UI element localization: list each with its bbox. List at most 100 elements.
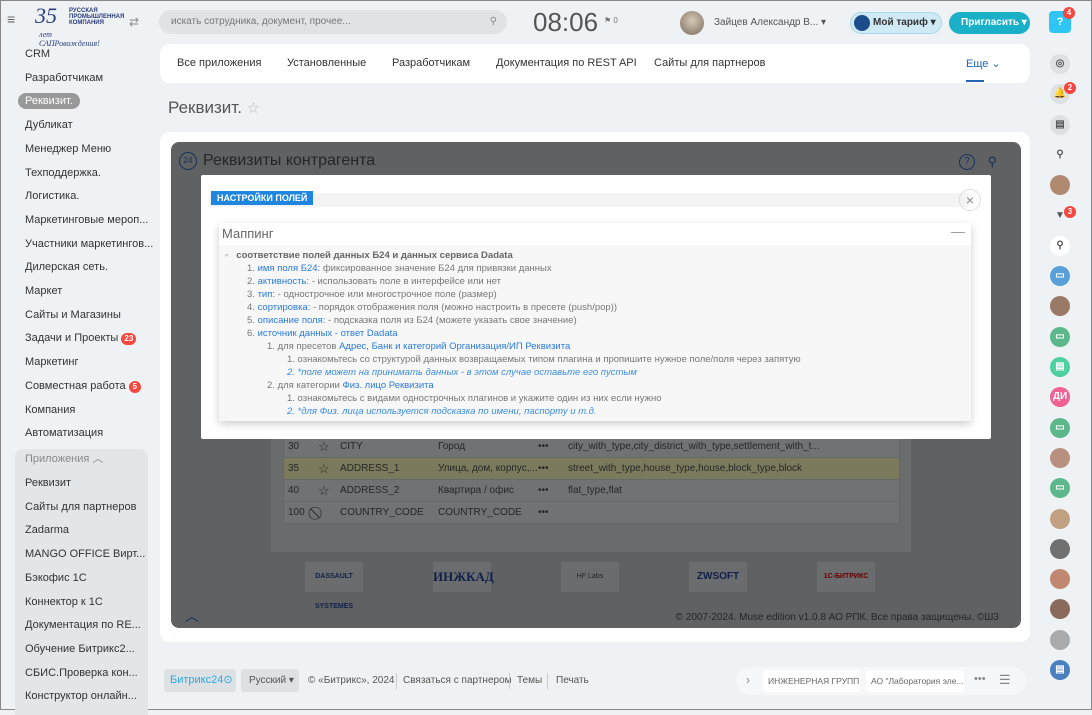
sidebar-app-item[interactable]: Zadarma — [25, 522, 69, 538]
help-icon[interactable]: ? — [959, 154, 975, 170]
tab-installed[interactable]: Установленные — [287, 57, 366, 69]
mapping-heading: ◦ соответствие полей данных Б24 и данных… — [225, 250, 513, 261]
avatar[interactable] — [1050, 538, 1070, 559]
sidebar-item[interactable]: Дилерская сеть. — [25, 259, 108, 275]
tab-developers[interactable]: Разработчикам — [392, 57, 470, 69]
sidebar-item[interactable]: Сайты и Магазины — [25, 307, 121, 323]
sidebar-item[interactable]: Участники маркетингов... — [25, 236, 153, 252]
tab-all-apps[interactable]: Все приложения — [177, 57, 261, 69]
task-item[interactable]: АО "Лаборатория эле... — [866, 670, 964, 692]
search-icon[interactable]: ⚲ — [490, 10, 497, 34]
partner-logo[interactable]: HF Labs — [561, 562, 619, 592]
company-logo[interactable]: 35 РУССКАЯ ПРОМЫШЛЕННАЯ КОМПАНИЯ лет САПРово… — [35, 5, 124, 49]
task-item[interactable]: ИНЖЕНЕРНАЯ ГРУПП... — [763, 670, 860, 692]
collapse-icon[interactable]: — — [951, 223, 965, 239]
table-row[interactable]: 100 ⃠ COUNTRY_CODE COUNTRY_CODE ••• — [284, 501, 899, 523]
flag-counter[interactable]: ⚑ 0 — [604, 16, 618, 25]
my-tariff-button[interactable]: Мой тариф ▾ — [850, 12, 942, 34]
sort-cell: 35 — [288, 463, 300, 474]
compass-icon[interactable]: ⚲ — [987, 154, 997, 170]
sidebar-item[interactable]: CRM — [25, 46, 50, 62]
sidebar-app-item[interactable]: Бэкофис 1С — [25, 570, 87, 586]
sidebar-item[interactable]: Компания — [25, 402, 75, 418]
individual-link[interactable]: Физ. лицо Реквизита — [343, 380, 434, 391]
tab-rest-docs[interactable]: Документация по REST API — [496, 57, 637, 69]
contact-partner-link[interactable]: Связаться с партнером — [403, 675, 512, 686]
copilot-icon[interactable]: ◎ — [1050, 54, 1070, 74]
avatar[interactable] — [1050, 599, 1070, 620]
table-row[interactable]: 40 ☆ ADDRESS_2 Квартира / офис ••• flat_… — [284, 479, 899, 501]
partner-logo[interactable]: 1С-БИТРИКС — [817, 562, 875, 592]
contact-card-icon[interactable]: ▭ — [1050, 266, 1070, 287]
swap-icon[interactable]: ⇄ — [129, 15, 139, 29]
more-icon[interactable]: ••• — [974, 673, 986, 685]
avatar[interactable] — [1050, 296, 1070, 317]
news-icon[interactable]: ▤ — [1050, 357, 1070, 377]
avatar[interactable] — [1050, 447, 1070, 468]
bitrix24-logo[interactable]: Битрикс24⊙ — [164, 669, 236, 692]
sidebar-item[interactable]: Автоматизация — [25, 425, 103, 441]
language-select[interactable]: Русский ▾ — [241, 669, 299, 692]
star-icon[interactable]: ☆ — [318, 458, 330, 479]
sidebar-item[interactable]: Логистика. — [25, 188, 79, 204]
sidebar-item[interactable]: Разработчикам — [25, 70, 103, 86]
sidebar-app-item[interactable]: СБИС.Проверка кон... — [25, 665, 138, 681]
sidebar-item[interactable]: Совместная работа 5 — [25, 378, 141, 394]
star-icon[interactable]: ☆ — [318, 480, 330, 501]
clock[interactable]: 08:06 — [533, 7, 598, 38]
search-icon[interactable]: ⚲ — [1050, 145, 1070, 165]
avatar-initials[interactable]: ДИ — [1050, 387, 1070, 408]
document-icon[interactable]: ▤ — [1050, 660, 1070, 680]
chat-icon[interactable]: ▤ — [1050, 114, 1070, 135]
sidebar-item[interactable]: Маркетинг — [25, 354, 78, 370]
contact-card-icon[interactable]: ▭ — [1050, 417, 1070, 438]
partner-logo[interactable]: ИНЖКАД — [433, 562, 494, 592]
sidebar-item[interactable]: Менеджер Меню — [25, 141, 111, 157]
close-button[interactable]: × — [959, 189, 981, 211]
compass-icon[interactable]: ⚲ — [1050, 235, 1070, 256]
partner-logo[interactable]: ZWSOFT — [689, 562, 747, 592]
apps-group-header[interactable]: Приложения ︿ — [25, 451, 103, 467]
avatar[interactable] — [1050, 508, 1070, 529]
sidebar-app-item[interactable]: Обучение Битрикс2... — [25, 641, 135, 657]
star-icon[interactable]: ☆ — [247, 100, 260, 117]
menu-icon[interactable]: ≡ — [7, 12, 21, 26]
row-menu-icon[interactable]: ••• — [538, 502, 549, 523]
sidebar-app-item[interactable]: Сайты для партнеров — [25, 499, 136, 515]
list-icon[interactable]: ☰ — [999, 672, 1011, 688]
sidebar-app-item[interactable]: Документация по RE... — [25, 617, 141, 633]
sidebar-app-item[interactable]: MANGO OFFICE Вирт... — [25, 546, 145, 562]
search-input[interactable]: искать сотрудника, документ, прочее... ⚲ — [159, 10, 507, 34]
avatar[interactable] — [1050, 175, 1070, 196]
row-menu-icon[interactable]: ••• — [538, 458, 549, 479]
sidebar-item[interactable]: Задачи и Проекты 23 — [25, 330, 137, 346]
item-text: - подсказка поля из Б24 (можете указать … — [325, 315, 577, 326]
sidebar-app-item[interactable]: Коннектор к 1С — [25, 594, 103, 610]
chevron-right-icon[interactable]: › — [746, 673, 750, 687]
print-link[interactable]: Печать — [556, 675, 589, 686]
tab-more[interactable]: Еще ⌄ — [966, 57, 1001, 70]
sidebar-app-item[interactable]: Конструктор онлайн... — [25, 688, 137, 704]
sidebar-item[interactable]: Маркетинговые мероп... — [25, 212, 148, 228]
presets-link[interactable]: Адрес, Банк и категорий Организация/ИП Р… — [339, 341, 570, 352]
row-menu-icon[interactable]: ••• — [538, 436, 549, 457]
avatar[interactable] — [1050, 569, 1070, 590]
sidebar-app-item[interactable]: Реквизит — [25, 475, 71, 491]
contact-card-icon[interactable]: ▭ — [1050, 478, 1070, 499]
sidebar-item[interactable]: Реквизит. — [18, 93, 80, 110]
table-row[interactable]: 35 ☆ ADDRESS_1 Улица, дом, корпус,... ••… — [284, 457, 899, 479]
user-avatar[interactable] — [680, 11, 704, 35]
star-icon[interactable]: ☆ — [318, 436, 330, 457]
scroll-up-icon[interactable]: ︿ — [185, 606, 199, 626]
partner-logo[interactable]: DASSAULT SYSTEMES — [305, 562, 363, 610]
user-menu[interactable]: Зайцев Александр В... ▾ — [714, 17, 826, 28]
tab-partner-sites[interactable]: Сайты для партнеров — [654, 57, 765, 69]
contact-card-icon[interactable]: ▭ — [1050, 326, 1070, 347]
row-menu-icon[interactable]: ••• — [538, 480, 549, 501]
avatar[interactable] — [1050, 629, 1070, 650]
sidebar-item[interactable]: Дубликат — [25, 117, 73, 133]
invite-button[interactable]: Пригласить ▾ — [949, 12, 1030, 34]
sidebar-item[interactable]: Техподдержка. — [25, 165, 101, 181]
sidebar-item[interactable]: Маркет — [25, 283, 62, 299]
themes-link[interactable]: Темы — [517, 675, 542, 686]
